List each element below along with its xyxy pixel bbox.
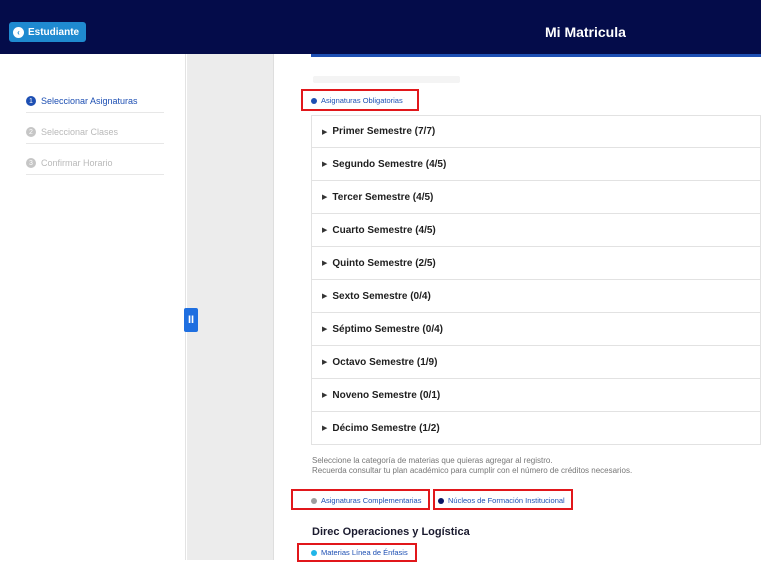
caret-right-icon: ▶ <box>322 392 328 399</box>
semester-label: Quinto Semestre (2/5) <box>332 257 436 269</box>
filter-complementarias[interactable]: Asignaturas Complementarias <box>311 496 421 505</box>
semester-label: Segundo Semestre (4/5) <box>332 158 447 170</box>
step-label: Seleccionar Asignaturas <box>41 96 138 106</box>
title-underline <box>311 54 761 57</box>
semester-row[interactable]: ▶ Décimo Semestre (1/2) <box>311 412 761 445</box>
step-label: Seleccionar Clases <box>41 127 119 137</box>
semester-row[interactable]: ▶ Tercer Semestre (4/5) <box>311 181 761 214</box>
semester-accordion: ▶ Primer Semestre (7/7) ▶ Segundo Semestre… <box>311 115 761 445</box>
caret-right-icon: ▶ <box>322 326 328 333</box>
step-select-classes[interactable]: 2 Seleccionar Clases <box>26 127 164 144</box>
caret-right-icon: ▶ <box>322 425 328 432</box>
semester-row[interactable]: ▶ Sexto Semestre (0/4) <box>311 280 761 313</box>
step-number: 1 <box>26 96 36 106</box>
caret-right-icon: ▶ <box>322 161 328 168</box>
back-button[interactable]: ‹ Estudiante <box>9 22 86 42</box>
page-title: Mi Matricula <box>545 24 626 40</box>
filter-label: Asignaturas Complementarias <box>321 496 422 505</box>
top-bar: ‹ Estudiante Mi Matricula <box>0 0 761 54</box>
semester-label: Noveno Semestre (0/1) <box>332 389 441 401</box>
helper-line-1: Seleccione la categoría de materias que … <box>312 456 553 465</box>
filter-nucleos[interactable]: Núcleos de Formación Institucional <box>438 496 565 505</box>
semester-label: Cuarto Semestre (4/5) <box>332 224 436 236</box>
semester-label: Octavo Semestre (1/9) <box>332 356 438 368</box>
semester-label: Séptimo Semestre (0/4) <box>332 323 443 335</box>
filter-label: Asignaturas Obligatorias <box>321 96 403 105</box>
helper-line-2: Recuerda consultar tu plan académico par… <box>312 466 633 475</box>
filter-enfasis[interactable]: Materias Línea de Énfasis <box>311 548 408 557</box>
step-number: 3 <box>26 158 36 168</box>
back-arrow-icon: ‹ <box>13 26 24 38</box>
step-number: 2 <box>26 127 36 137</box>
faded-placeholder <box>313 76 460 83</box>
dot-icon <box>438 497 444 504</box>
dot-icon <box>311 549 317 556</box>
semester-label: Sexto Semestre (0/4) <box>332 290 431 302</box>
dot-icon <box>311 97 317 104</box>
step-confirm-schedule[interactable]: 3 Confirmar Horario <box>26 158 164 175</box>
helper-text: Seleccione la categoría de materias que … <box>312 456 632 476</box>
filter-label: Materias Línea de Énfasis <box>321 548 408 557</box>
caret-right-icon: ▶ <box>322 227 328 234</box>
semester-row[interactable]: ▶ Segundo Semestre (4/5) <box>311 148 761 181</box>
collapse-sidebar-button[interactable]: II <box>184 308 198 332</box>
semester-row[interactable]: ▶ Quinto Semestre (2/5) <box>311 247 761 280</box>
caret-right-icon: ▶ <box>322 359 328 366</box>
caret-right-icon: ▶ <box>322 260 328 267</box>
program-title: Direc Operaciones y Logística <box>312 526 470 538</box>
semester-row[interactable]: ▶ Octavo Semestre (1/9) <box>311 346 761 379</box>
semester-label: Primer Semestre (7/7) <box>332 126 436 137</box>
semester-row[interactable]: ▶ Cuarto Semestre (4/5) <box>311 214 761 247</box>
caret-right-icon: ▶ <box>322 293 328 300</box>
caret-right-icon: ▶ <box>322 194 328 201</box>
caret-right-icon: ▶ <box>322 128 328 136</box>
filter-obligatorias[interactable]: Asignaturas Obligatorias <box>311 96 403 105</box>
back-button-label: Estudiante <box>28 26 80 38</box>
semester-row[interactable]: ▶ Primer Semestre (7/7) <box>311 115 761 148</box>
gutter-panel <box>187 54 274 560</box>
semester-label: Décimo Semestre (1/2) <box>332 422 440 434</box>
step-label: Confirmar Horario <box>41 158 113 168</box>
sidebar: 1 Seleccionar Asignaturas 2 Seleccionar … <box>0 54 186 560</box>
semester-row[interactable]: ▶ Séptimo Semestre (0/4) <box>311 313 761 346</box>
dot-icon <box>311 497 317 504</box>
filter-label: Núcleos de Formación Institucional <box>448 496 565 505</box>
semester-label: Tercer Semestre (4/5) <box>332 191 434 203</box>
semester-row[interactable]: ▶ Noveno Semestre (0/1) <box>311 379 761 412</box>
step-select-subjects[interactable]: 1 Seleccionar Asignaturas <box>26 96 164 113</box>
